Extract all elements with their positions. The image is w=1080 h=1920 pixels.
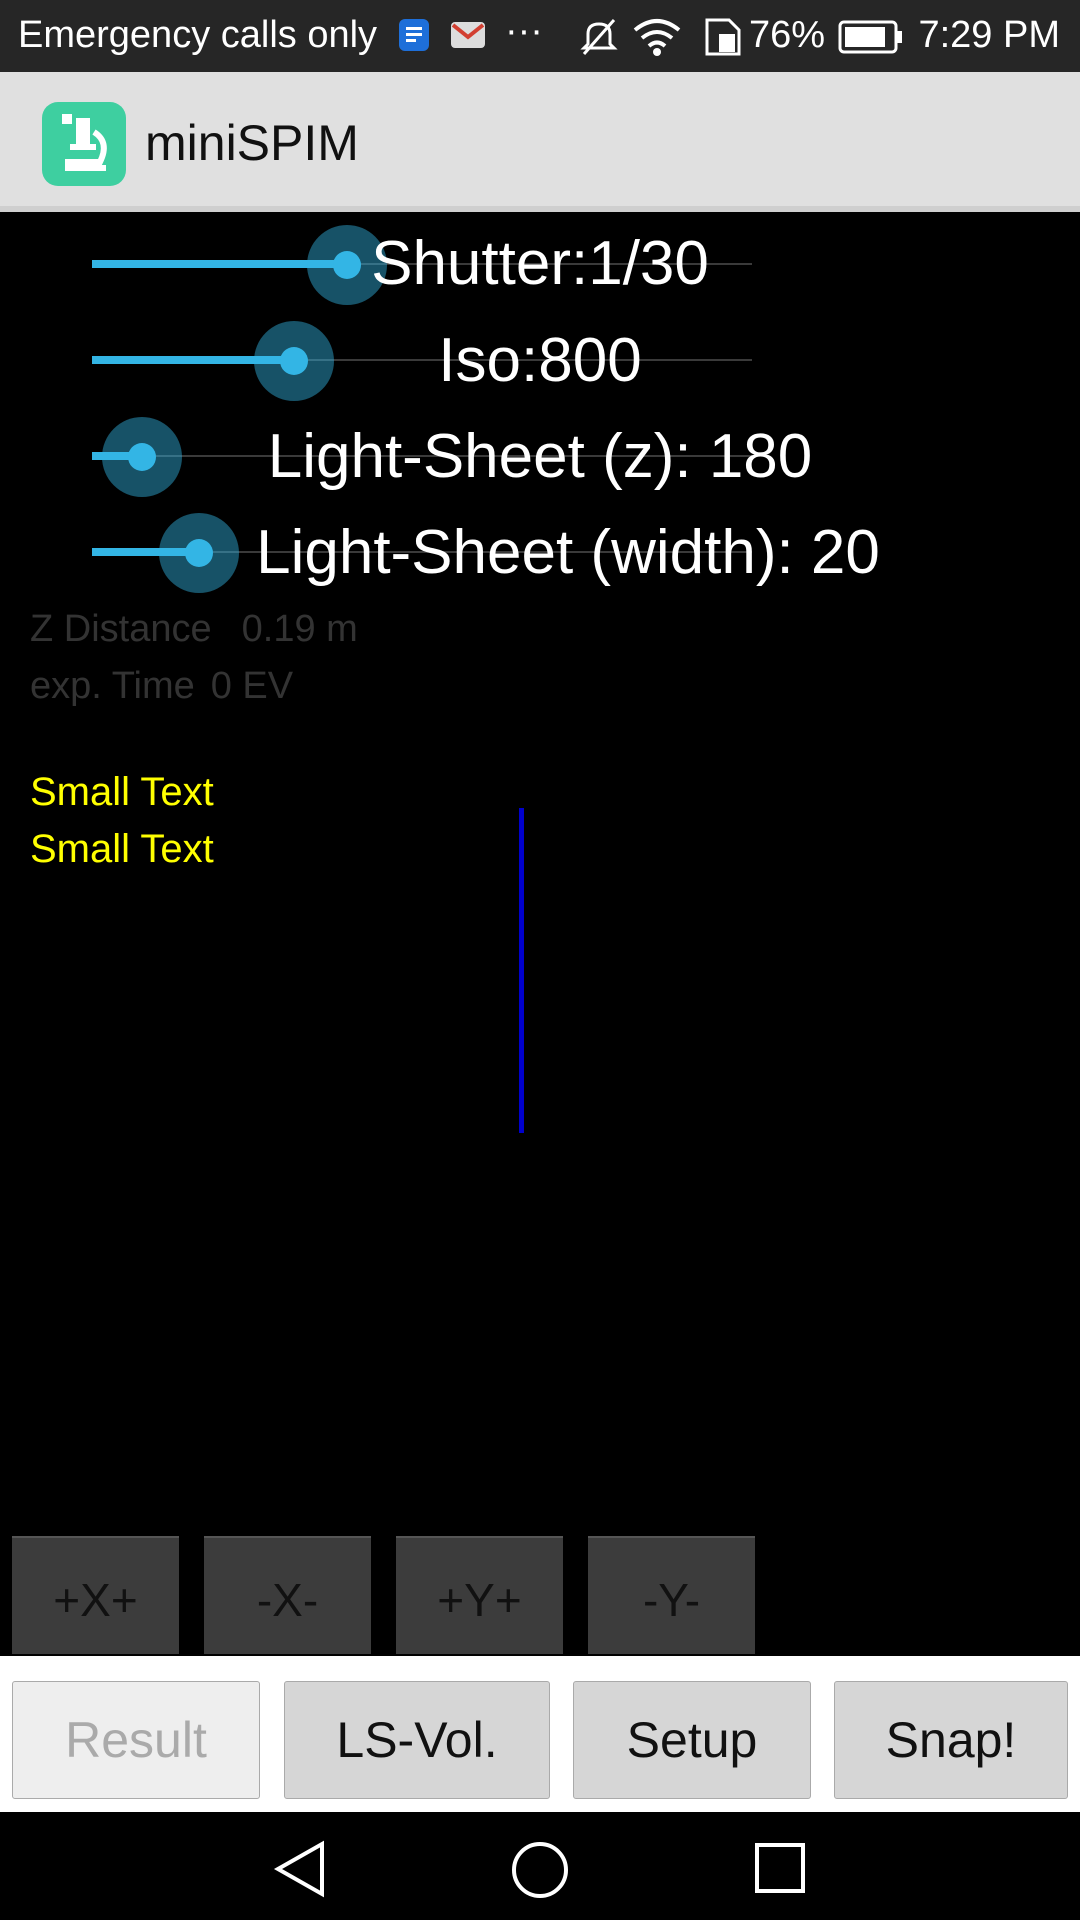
move-y-minus-button[interactable]: -Y- <box>588 1536 755 1654</box>
result-button[interactable]: Result <box>12 1681 260 1799</box>
iso-label: Iso:800 <box>438 326 642 395</box>
clock: 7:29 PM <box>918 14 1060 56</box>
setup-button[interactable]: Setup <box>573 1681 811 1799</box>
home-icon[interactable] <box>510 1840 570 1900</box>
sim-icon <box>705 18 741 66</box>
bottom-button-bar: Result LS-Vol. Setup Snap! <box>0 1656 1080 1812</box>
microscope-app-icon <box>42 102 126 186</box>
small-text-2: Small Text <box>30 827 214 871</box>
exp-time-row: exp. Time 0 EV <box>30 665 293 708</box>
docs-notification-icon <box>398 18 430 62</box>
exp-time-value: 0 EV <box>210 665 294 707</box>
move-x-minus-button[interactable]: -X- <box>204 1536 371 1654</box>
back-icon[interactable] <box>272 1840 328 1898</box>
snap-button[interactable]: Snap! <box>834 1681 1068 1799</box>
recents-icon[interactable] <box>754 1842 806 1894</box>
status-bar: Emergency calls only ··· 76% 7:29 PM <box>0 0 1080 72</box>
move-y-plus-button[interactable]: +Y+ <box>396 1536 563 1654</box>
shutter-label: Shutter:1/30 <box>371 229 709 298</box>
z-distance-row: Z Distance 0.19 m <box>30 608 358 651</box>
light-sheet-z-label: Light-Sheet (z): 180 <box>267 422 813 491</box>
ls-vol-button[interactable]: LS-Vol. <box>284 1681 550 1799</box>
wifi-icon <box>632 18 682 66</box>
z-distance-value: 0.19 m <box>241 608 358 650</box>
move-x-plus-button[interactable]: +X+ <box>12 1536 179 1654</box>
z-distance-label: Z Distance <box>30 608 212 650</box>
mute-icon <box>580 18 618 66</box>
battery-icon <box>838 20 904 64</box>
app-bar: miniSPIM <box>0 72 1080 212</box>
gmail-notification-icon <box>450 18 486 61</box>
carrier-text: Emergency calls only <box>18 14 378 56</box>
battery-percent: 76% <box>748 14 825 56</box>
navigation-bar <box>0 1812 1080 1920</box>
small-text-1: Small Text <box>30 770 214 814</box>
light-sheet-width-label: Light-Sheet (width): 20 <box>256 518 880 587</box>
exp-time-label: exp. Time <box>30 665 195 707</box>
more-notifications-icon: ··· <box>505 10 543 52</box>
light-sheet-indicator-line <box>519 808 524 1133</box>
app-title: miniSPIM <box>145 115 359 171</box>
